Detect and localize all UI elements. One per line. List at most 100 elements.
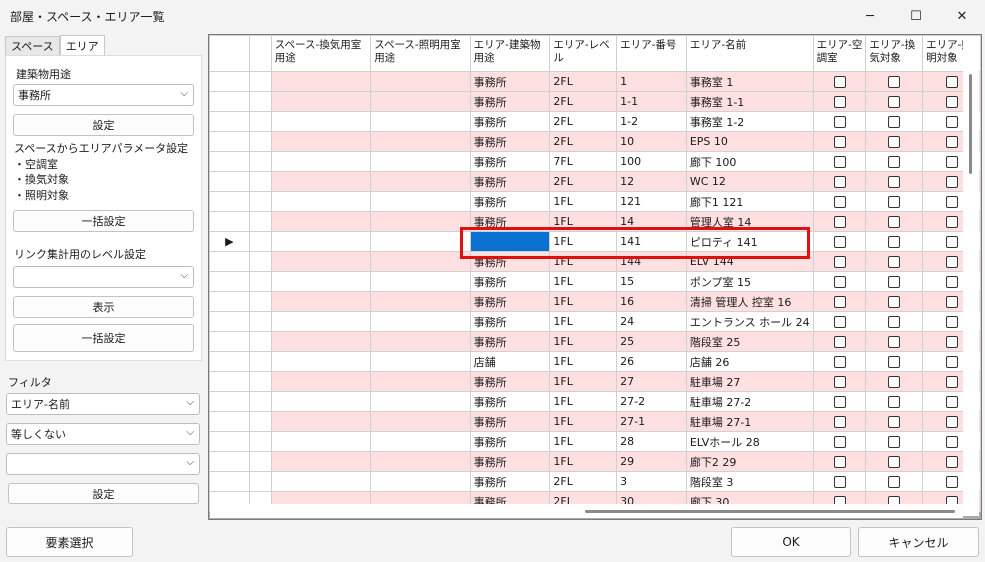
area-aircon-checkbox[interactable] [833,436,846,448]
horizontal-scroll-thumb[interactable] [585,510,955,513]
area-vent-checkbox[interactable] [888,456,901,468]
area-vent-checkbox[interactable] [888,116,901,128]
area-vent-checkbox[interactable] [888,356,901,368]
table-row[interactable]: 事務所 2FL 1 事務室 1 [209,71,981,92]
table-row[interactable]: 事務所 1FL 28 ELVホール 28 [209,431,981,452]
row-header[interactable] [209,251,250,272]
area-aircon-checkbox[interactable] [833,296,846,308]
tab-area[interactable]: エリア [59,35,105,56]
space-light-use-cell[interactable] [370,391,471,412]
filter-operator-select[interactable]: 等しくない ⌵ [6,423,200,445]
space-light-use-cell[interactable] [370,111,471,132]
vertical-scroll-thumb[interactable] [969,74,972,174]
area-name-cell[interactable]: 階段室 25 [685,331,814,352]
table-row[interactable]: 事務所 1FL 25 階段室 25 [209,331,981,352]
ok-button[interactable]: OK [731,527,851,557]
area-name-cell[interactable]: 廊下2 29 [685,451,814,472]
area-level-cell[interactable]: 1FL [549,191,618,212]
blank-cell[interactable] [248,211,272,232]
area-light-checkbox[interactable] [945,96,958,108]
filter-value-select[interactable]: ⌵ [6,453,200,475]
blank-cell[interactable] [248,271,272,292]
row-header[interactable] [209,451,250,472]
space-vent-use-cell[interactable] [270,131,372,152]
space-vent-use-cell[interactable] [270,311,372,332]
space-vent-use-cell[interactable] [270,151,372,172]
area-level-cell[interactable]: 1FL [549,391,618,412]
space-light-use-cell[interactable] [370,271,471,292]
area-number-cell[interactable]: 24 [616,311,687,332]
area-level-cell[interactable]: 1FL [549,291,618,312]
area-level-cell[interactable]: 7FL [549,151,618,172]
area-aircon-checkbox[interactable] [833,336,846,348]
area-vent-checkbox[interactable] [888,396,901,408]
space-vent-use-cell[interactable] [270,251,372,272]
blank-cell[interactable] [248,311,272,332]
blank-cell[interactable] [248,151,272,172]
space-light-use-cell[interactable] [370,331,471,352]
area-vent-checkbox[interactable] [888,96,901,108]
area-level-cell[interactable]: 2FL [549,131,618,152]
table-row[interactable]: 事務所 2FL 10 EPS 10 [209,131,981,152]
area-level-cell[interactable]: 1FL [549,431,618,452]
area-light-checkbox[interactable] [945,336,958,348]
area-number-cell[interactable]: 12 [616,171,687,192]
table-row[interactable]: 事務所 2FL 1-1 事務室 1-1 [209,91,981,112]
area-building-use-cell[interactable]: 事務所 [469,111,551,132]
space-light-use-cell[interactable] [370,311,471,332]
area-aircon-checkbox[interactable] [833,356,846,368]
area-aircon-checkbox[interactable] [833,276,846,288]
area-light-checkbox[interactable] [945,216,958,228]
area-light-checkbox[interactable] [945,436,958,448]
area-number-cell[interactable]: 100 [616,151,687,172]
area-light-checkbox[interactable] [945,476,958,488]
blank-cell[interactable] [248,111,272,132]
area-name-cell[interactable]: 駐車場 27-1 [685,411,814,432]
area-name-cell[interactable]: 事務室 1-1 [685,91,814,112]
area-building-use-cell[interactable]: 事務所 [469,271,551,292]
table-row[interactable]: 事務所 2FL 3 階段室 3 [209,471,981,492]
area-building-use-cell[interactable]: 事務所 [469,171,551,192]
area-level-cell[interactable]: 2FL [549,171,618,192]
area-vent-checkbox[interactable] [888,416,901,428]
space-vent-use-cell[interactable] [270,171,372,192]
space-vent-use-cell[interactable] [270,451,372,472]
area-vent-checkbox[interactable] [888,376,901,388]
blank-cell[interactable] [248,451,272,472]
row-header[interactable] [209,411,250,432]
filter-set-button[interactable]: 設定 [8,483,199,504]
row-header[interactable] [209,351,250,372]
table-row[interactable]: 店舗 1FL 26 店舗 26 [209,351,981,372]
area-light-checkbox[interactable] [945,456,958,468]
table-row[interactable]: 事務所 1FL 24 エントランス ホール 24 [209,311,981,332]
row-header[interactable] [209,71,250,92]
column-header-area-aircon[interactable]: エリア-空調室 [812,35,867,72]
area-light-checkbox[interactable] [945,236,958,248]
area-aircon-checkbox[interactable] [833,376,846,388]
space-light-use-cell[interactable] [370,351,471,372]
area-light-checkbox[interactable] [945,196,958,208]
space-vent-use-cell[interactable] [270,471,372,492]
area-building-use-cell[interactable]: 事務所 [469,191,551,212]
area-level-cell[interactable]: 1FL [549,271,618,292]
area-name-cell[interactable]: 階段室 3 [685,471,814,492]
area-building-use-cell[interactable]: 事務所 [469,71,551,92]
area-building-use-cell[interactable]: 事務所 [469,411,551,432]
space-vent-use-cell[interactable] [270,111,372,132]
area-name-cell[interactable]: 廊下1 121 [685,191,814,212]
space-vent-use-cell[interactable] [270,271,372,292]
space-vent-use-cell[interactable] [270,351,372,372]
column-header-area-name[interactable]: エリア-名前 [685,35,814,72]
area-name-cell[interactable]: ポンプ室 15 [685,271,814,292]
blank-cell[interactable] [248,471,272,492]
area-level-cell[interactable]: 1FL [549,311,618,332]
area-level-cell[interactable]: 2FL [549,91,618,112]
area-aircon-checkbox[interactable] [833,216,846,228]
blank-cell[interactable] [248,391,272,412]
space-vent-use-cell[interactable] [270,431,372,452]
space-vent-use-cell[interactable] [270,411,372,432]
table-row[interactable]: 事務所 1FL 27 駐車場 27 [209,371,981,392]
space-light-use-cell[interactable] [370,91,471,112]
area-aircon-checkbox[interactable] [833,476,846,488]
area-level-cell[interactable]: 2FL [549,471,618,492]
